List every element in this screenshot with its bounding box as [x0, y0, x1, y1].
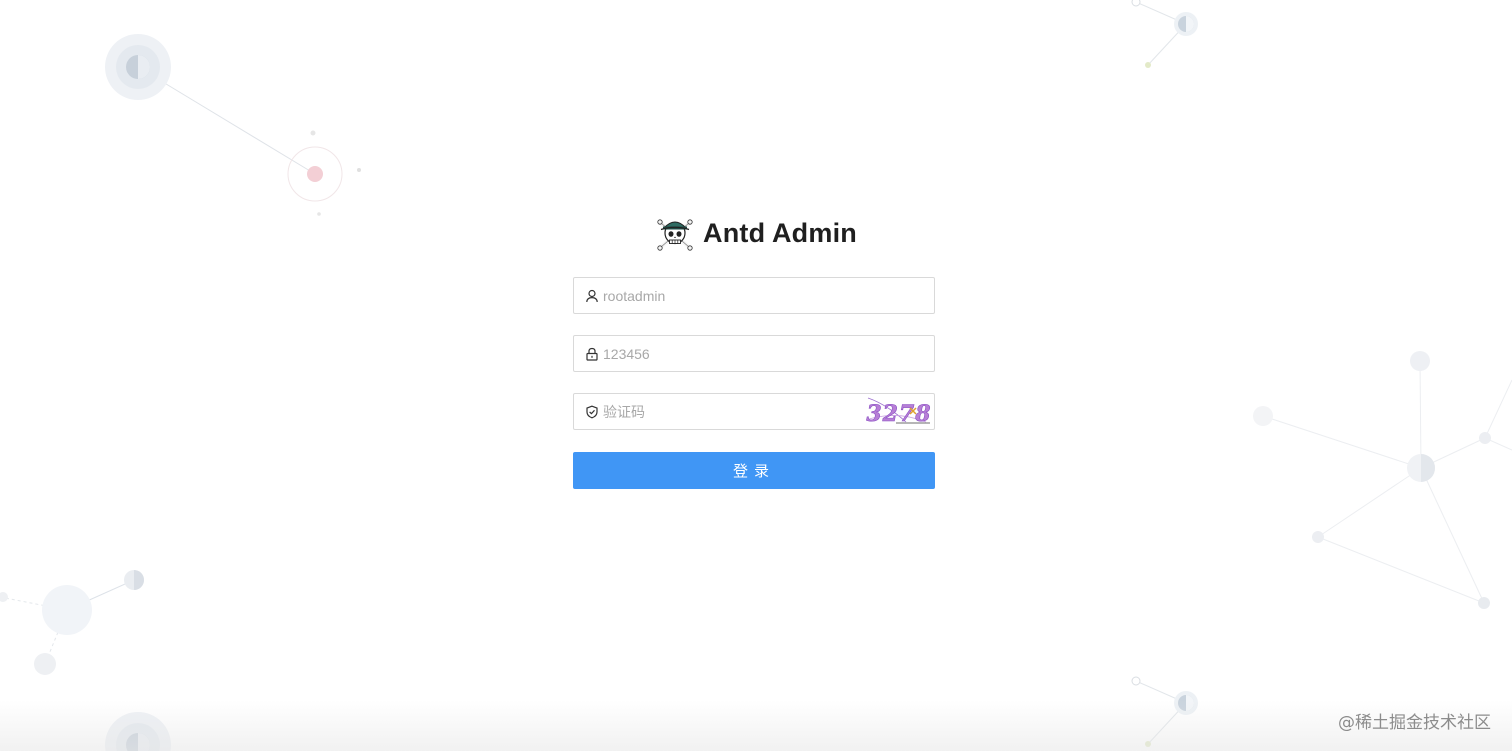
password-input[interactable] [603, 338, 934, 369]
bottom-shade [0, 700, 1512, 751]
user-icon [585, 289, 599, 303]
watermark-text: @稀土掘金技术社区 [1338, 713, 1491, 733]
app-title: Antd Admin [703, 217, 857, 248]
login-form: 3278 登录 [573, 277, 935, 489]
login-button[interactable]: 登录 [573, 452, 935, 489]
login-page: Antd Admin rootadmin 验证码 3278 登录 @稀土掘金技术… [0, 0, 1512, 751]
lock-icon [585, 347, 599, 361]
captcha-field[interactable]: 3278 [573, 393, 935, 430]
skull-crossbones-icon [655, 213, 695, 253]
brand-header: Antd Admin [655, 213, 857, 253]
username-field[interactable] [573, 277, 935, 314]
captcha-image[interactable]: 3278 [865, 396, 932, 427]
captcha-input[interactable] [603, 396, 864, 427]
password-field[interactable] [573, 335, 935, 372]
safety-shield-icon [585, 405, 599, 419]
username-input[interactable] [603, 280, 934, 311]
